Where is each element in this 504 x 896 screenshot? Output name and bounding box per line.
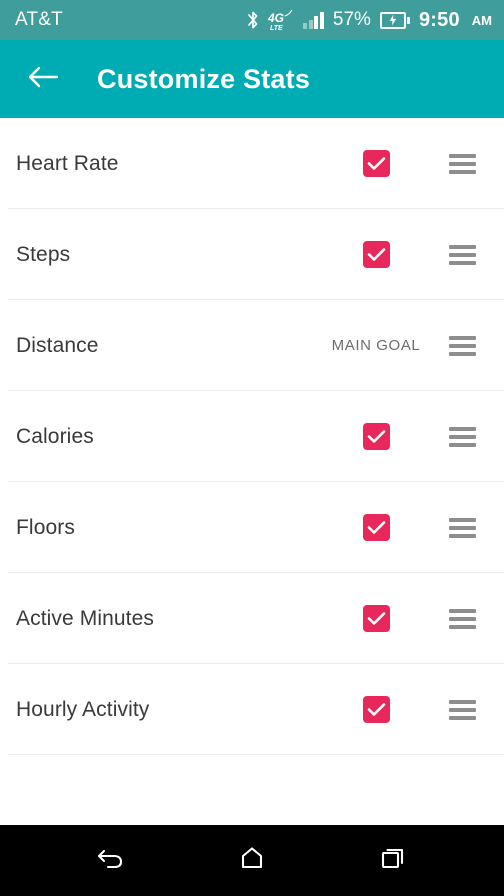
check-icon: [367, 247, 386, 262]
stat-row-label: Hourly Activity: [16, 697, 150, 721]
drag-handle-icon[interactable]: [436, 153, 488, 174]
stat-row[interactable]: Hourly Activity: [0, 664, 504, 755]
stat-row-controls: [316, 423, 488, 450]
drag-handle-icon[interactable]: [436, 426, 488, 447]
clock-period-label: AM: [471, 12, 492, 28]
network-4glte-icon: 4G LTE: [268, 9, 294, 31]
carrier-label: AT&T: [15, 9, 63, 30]
stat-row-controls: MAIN GOAL: [316, 335, 488, 356]
stat-checkbox[interactable]: [362, 150, 390, 177]
stat-checkbox[interactable]: [362, 696, 390, 723]
phone-screen: AT&T 4G LTE 57% 9:50 AM Customize Stats …: [0, 0, 504, 896]
nav-back-button[interactable]: [81, 837, 141, 885]
stat-row-control-slot: [316, 241, 436, 268]
status-bar: AT&T 4G LTE 57% 9:50 AM: [0, 0, 504, 40]
battery-charging-icon: [379, 11, 410, 29]
app-bar: Customize Stats: [0, 40, 504, 118]
stat-checkbox[interactable]: [362, 241, 390, 268]
stat-row[interactable]: Floors: [0, 482, 504, 573]
check-icon: [367, 702, 386, 717]
check-icon: [367, 429, 386, 444]
stat-row-label: Floors: [16, 515, 75, 539]
signal-bars-icon: [303, 11, 324, 29]
stat-row-control-slot: [316, 150, 436, 177]
drag-handle-icon[interactable]: [436, 517, 488, 538]
svg-text:4G: 4G: [268, 11, 284, 25]
stat-row-control-slot: [316, 514, 436, 541]
stat-row-control-slot: [316, 696, 436, 723]
battery-percent-label: 57%: [332, 9, 371, 30]
stat-checkbox[interactable]: [362, 514, 390, 541]
stat-row[interactable]: Calories: [0, 391, 504, 482]
nav-home-icon: [238, 845, 266, 876]
stat-row-control-slot: [316, 423, 436, 450]
stats-list: Heart Rate Steps Distance MAIN GOAL Calories…: [0, 118, 504, 825]
stat-checkbox[interactable]: [362, 605, 390, 632]
main-goal-label: MAIN GOAL: [331, 337, 421, 354]
stat-row-label: Calories: [16, 424, 94, 448]
page-title: Customize Stats: [97, 63, 311, 94]
stat-row-controls: [316, 150, 488, 177]
stat-row-label: Heart Rate: [16, 151, 119, 175]
drag-handle-icon[interactable]: [436, 608, 488, 629]
stat-row-controls: [316, 696, 488, 723]
status-icons: 4G LTE 57% 9:50 AM: [247, 9, 492, 32]
stat-row-controls: [316, 241, 488, 268]
drag-handle-icon[interactable]: [436, 699, 488, 720]
android-nav-bar: [0, 825, 504, 896]
arrow-left-icon: [26, 63, 60, 96]
nav-recents-button[interactable]: [363, 837, 423, 885]
stat-row-controls: [316, 605, 488, 632]
stat-row[interactable]: Distance MAIN GOAL: [0, 300, 504, 391]
stat-checkbox[interactable]: [362, 423, 390, 450]
check-icon: [367, 520, 386, 535]
stat-row-control-slot: MAIN GOAL: [316, 337, 436, 354]
stat-row[interactable]: Active Minutes: [0, 573, 504, 664]
stat-row-label: Steps: [16, 242, 71, 266]
drag-handle-icon[interactable]: [436, 335, 488, 356]
nav-back-icon: [96, 845, 126, 876]
stat-row-label: Distance: [16, 333, 99, 357]
back-button[interactable]: [22, 58, 64, 100]
stat-row-controls: [316, 514, 488, 541]
stat-row-label: Active Minutes: [16, 606, 154, 630]
nav-home-button[interactable]: [222, 837, 282, 885]
drag-handle-icon[interactable]: [436, 244, 488, 265]
nav-recents-icon: [379, 845, 407, 876]
check-icon: [367, 156, 386, 171]
stat-row[interactable]: Heart Rate: [0, 118, 504, 209]
bluetooth-icon: [247, 10, 259, 30]
check-icon: [367, 611, 386, 626]
clock-label: 9:50: [418, 8, 460, 31]
svg-text:LTE: LTE: [270, 25, 283, 31]
stat-row-control-slot: [316, 605, 436, 632]
stat-row[interactable]: Steps: [0, 209, 504, 300]
